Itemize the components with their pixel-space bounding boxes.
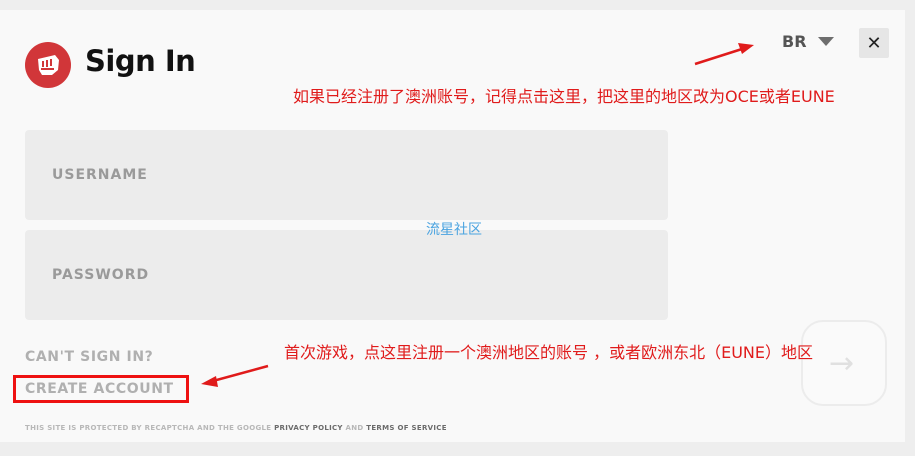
username-label: USERNAME — [52, 167, 148, 183]
chevron-down-icon[interactable] — [818, 37, 834, 46]
terms-of-service-link[interactable]: TERMS OF SERVICE — [366, 424, 447, 432]
recaptcha-notice: THIS SITE IS PROTECTED BY RECAPTCHA AND … — [25, 424, 447, 432]
close-button[interactable]: ✕ — [859, 28, 889, 58]
region-annotation: 如果已经注册了澳洲账号，记得点击这里，把这里的地区改为OCE或者EUNE — [293, 87, 835, 106]
create-account-highlight — [13, 375, 189, 403]
page-title: Sign In — [85, 44, 196, 78]
riot-fist-icon — [25, 42, 71, 88]
watermark: 流星社区 — [426, 222, 482, 238]
sign-in-next-button[interactable]: → — [801, 320, 887, 406]
create-account-annotation: 首次游戏，点这里注册一个澳洲地区的账号 ，或者欧洲东北（EUNE）地区 — [284, 343, 813, 362]
cant-sign-in-link[interactable]: CAN'T SIGN IN? — [25, 349, 153, 365]
password-label: PASSWORD — [52, 267, 150, 283]
arrow-right-icon: → — [829, 346, 855, 381]
region-selector[interactable]: BR — [782, 32, 807, 51]
legal-prefix: THIS SITE IS PROTECTED BY RECAPTCHA AND … — [25, 424, 275, 432]
close-icon: ✕ — [866, 32, 882, 54]
privacy-policy-link[interactable]: PRIVACY POLICY — [274, 424, 343, 432]
legal-and: AND — [342, 424, 367, 432]
